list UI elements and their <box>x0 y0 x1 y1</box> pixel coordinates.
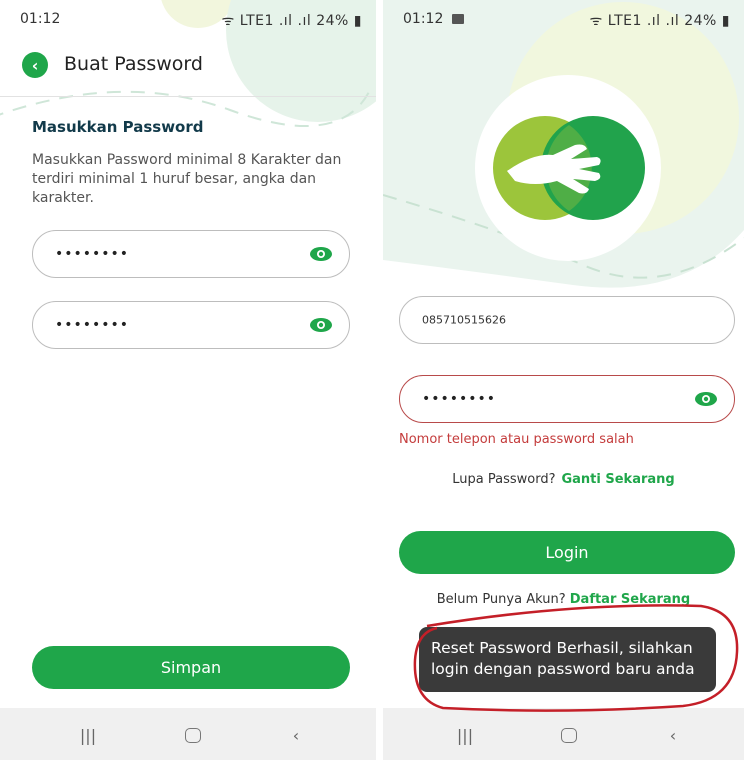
password-value: •••••••• <box>55 246 130 262</box>
status-time: 01:12 <box>20 11 61 27</box>
status-bar: 01:12 ᯤ LTE1 .ıl .ıl 24% ▮ <box>383 0 744 40</box>
battery-icon: ▮ <box>353 13 362 29</box>
home-icon[interactable] <box>557 724 581 746</box>
signal-indicators: ᯤ LTE1 .ıl .ıl <box>589 13 680 29</box>
home-icon[interactable] <box>181 724 205 746</box>
status-indicators: ᯤ LTE1 .ıl .ıl 24% ▮ <box>221 11 362 30</box>
battery-icon: ▮ <box>721 13 730 29</box>
page-title: Buat Password <box>64 53 203 75</box>
handshake-logo-icon <box>493 116 645 220</box>
status-bar: 01:12 ᯤ LTE1 .ıl .ıl 24% ▮ <box>0 0 376 40</box>
navigation-bar: ||| ‹ <box>383 708 744 760</box>
login-screen: 01:12 ᯤ LTE1 .ıl .ıl 24% ▮ 085710515626 … <box>383 0 744 760</box>
logo-container <box>475 75 661 261</box>
battery-percentage: 24% <box>684 13 717 29</box>
chevron-left-icon: ‹ <box>31 55 39 75</box>
status-time-group: 01:12 <box>403 11 464 27</box>
status-time: 01:12 <box>403 11 444 27</box>
signup-link[interactable]: Daftar Sekarang <box>570 592 691 607</box>
eye-icon[interactable] <box>309 246 333 262</box>
eye-icon[interactable] <box>694 391 718 407</box>
password-field[interactable]: •••••••• <box>399 375 735 423</box>
screen-divider <box>376 0 383 760</box>
status-indicators: ᯤ LTE1 .ıl .ıl 24% ▮ <box>589 11 730 30</box>
navigation-bar: ||| ‹ <box>0 708 376 760</box>
toast-message: Reset Password Berhasil, silahkan login … <box>419 627 716 692</box>
confirm-password-field[interactable]: •••••••• <box>32 301 350 349</box>
create-password-screen: 01:12 ᯤ LTE1 .ıl .ıl 24% ▮ ‹ Buat Passwo… <box>0 0 376 760</box>
login-button[interactable]: Login <box>399 531 735 574</box>
password-requirements-text: Masukkan Password minimal 8 Karakter dan… <box>32 152 342 206</box>
eye-icon[interactable] <box>309 317 333 333</box>
recent-apps-icon[interactable]: ||| <box>76 724 100 746</box>
signal-indicators: ᯤ LTE1 .ıl .ıl <box>221 13 312 29</box>
phone-number-field[interactable]: 085710515626 <box>399 296 735 344</box>
header-divider <box>0 96 376 97</box>
recent-apps-icon[interactable]: ||| <box>453 724 477 746</box>
password-value: •••••••• <box>422 391 497 407</box>
back-icon[interactable]: ‹ <box>284 724 308 746</box>
confirm-password-value: •••••••• <box>55 317 130 333</box>
signup-text: Belum Punya Akun? <box>436 592 566 607</box>
signup-row: Belum Punya Akun? Daftar Sekarang <box>383 592 744 607</box>
back-icon[interactable]: ‹ <box>661 724 685 746</box>
battery-percentage: 24% <box>316 13 349 29</box>
section-title: Masukkan Password <box>32 118 204 136</box>
forgot-password-row: Lupa Password? Ganti Sekarang <box>383 472 744 487</box>
save-button[interactable]: Simpan <box>32 646 350 689</box>
error-message: Nomor telepon atau password salah <box>399 432 634 447</box>
phone-number-value: 085710515626 <box>422 313 506 327</box>
password-field[interactable]: •••••••• <box>32 230 350 278</box>
back-button[interactable]: ‹ <box>22 52 48 78</box>
reset-password-link[interactable]: Ganti Sekarang <box>561 472 674 487</box>
forgot-password-text: Lupa Password? <box>452 472 556 487</box>
image-icon <box>451 14 464 24</box>
